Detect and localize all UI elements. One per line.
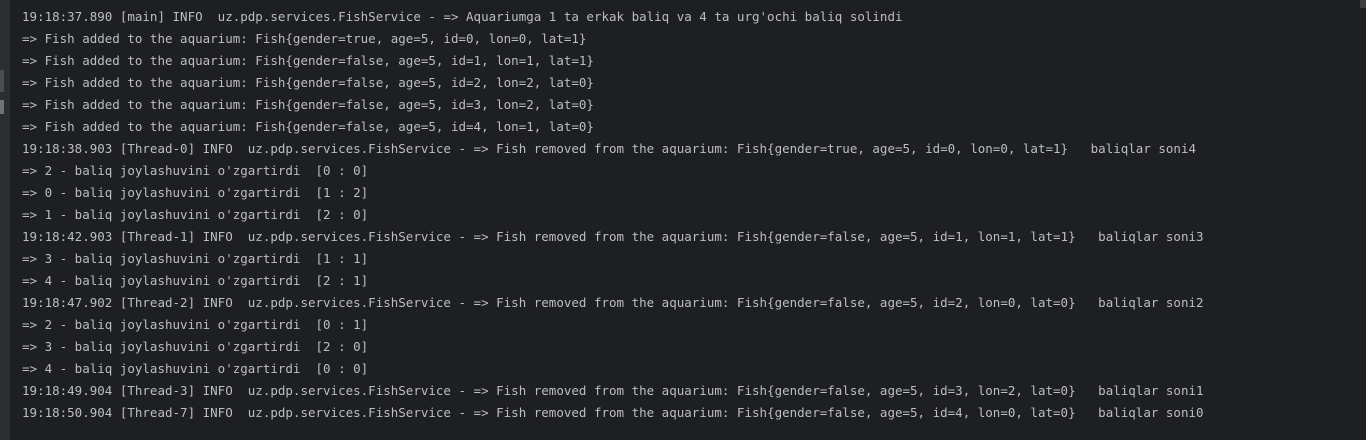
console-line: => 2 - baliq joylashuvini o'zgartirdi [0… (22, 163, 369, 178)
console-line: 19:18:42.903 [Thread-1] INFO uz.pdp.serv… (22, 229, 1204, 244)
console-line: => Fish added to the aquarium: Fish{gend… (22, 75, 594, 90)
console-line: => 0 - baliq joylashuvini o'zgartirdi [1… (22, 185, 369, 200)
console-line: => Fish added to the aquarium: Fish{gend… (22, 53, 594, 68)
console-line: 19:18:49.904 [Thread-3] INFO uz.pdp.serv… (22, 383, 1204, 398)
console-line: => 4 - baliq joylashuvini o'zgartirdi [2… (22, 273, 369, 288)
console-line: => Fish added to the aquarium: Fish{gend… (22, 31, 587, 46)
console-line: => 1 - baliq joylashuvini o'zgartirdi [2… (22, 207, 369, 222)
scrollbar-corner (1360, 0, 1366, 8)
console-line: => 3 - baliq joylashuvini o'zgartirdi [1… (22, 251, 369, 266)
console-line: => 2 - baliq joylashuvini o'zgartirdi [0… (22, 317, 369, 332)
gutter-marker (0, 70, 4, 92)
console-line: 19:18:37.890 [main] INFO uz.pdp.services… (22, 9, 903, 24)
console-gutter (0, 0, 10, 440)
console-line: => Fish added to the aquarium: Fish{gend… (22, 119, 594, 134)
console-line: 19:18:50.904 [Thread-7] INFO uz.pdp.serv… (22, 405, 1204, 420)
console-line: => 4 - baliq joylashuvini o'zgartirdi [0… (22, 361, 369, 376)
console-line: => 3 - baliq joylashuvini o'zgartirdi [2… (22, 339, 369, 354)
run-console-window: 19:18:37.890 [main] INFO uz.pdp.services… (0, 0, 1366, 440)
gutter-marker (0, 100, 4, 114)
console-output[interactable]: 19:18:37.890 [main] INFO uz.pdp.services… (10, 0, 1366, 440)
console-line: 19:18:38.903 [Thread-0] INFO uz.pdp.serv… (22, 141, 1196, 156)
console-line: 19:18:47.902 [Thread-2] INFO uz.pdp.serv… (22, 295, 1204, 310)
console-line: => Fish added to the aquarium: Fish{gend… (22, 97, 594, 112)
